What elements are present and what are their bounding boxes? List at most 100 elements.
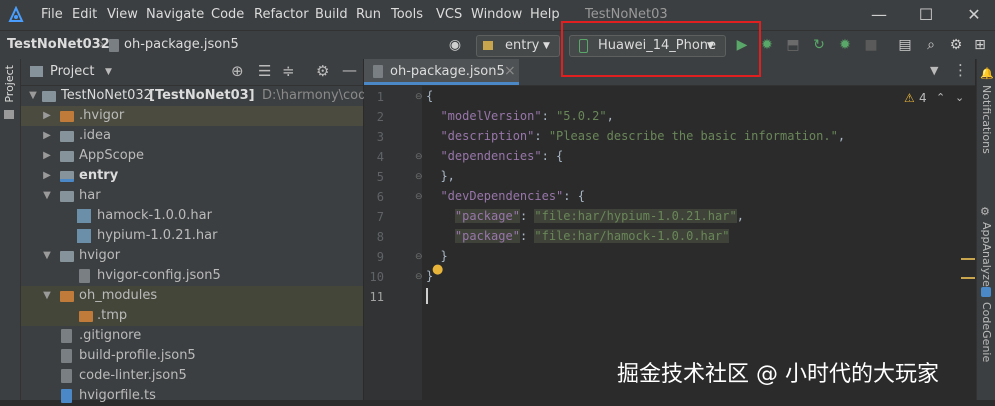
window-title: TestNoNet03 <box>585 7 668 22</box>
breadcrumb-file[interactable]: oh-package.json5 <box>124 37 239 52</box>
attach-debugger-icon[interactable]: ⬒ <box>784 36 802 54</box>
chevron-down-icon[interactable]: ▼ <box>105 67 112 77</box>
json-file-icon <box>109 39 119 52</box>
collapse-all-icon[interactable]: ≑ <box>282 62 295 80</box>
chevron-down-icon[interactable]: ▼ <box>930 64 938 77</box>
code-area[interactable]: { "modelVersion": "5.0.2", "description"… <box>364 86 975 400</box>
settings-gear-icon[interactable]: ⚙ <box>947 36 965 54</box>
device-manager-icon[interactable]: ▤ <box>896 36 914 54</box>
appanalyzer-tool-tab[interactable]: AppAnalyzer <box>980 222 993 291</box>
notifications-tool-tab[interactable]: Notifications <box>980 85 993 154</box>
menu-file[interactable]: File <box>41 7 63 22</box>
menu-edit[interactable]: Edit <box>72 7 97 22</box>
menu-help[interactable]: Help <box>530 7 560 22</box>
apply-changes-icon[interactable]: ↻ <box>810 36 828 54</box>
tree-row-hvigor-config[interactable]: hvigor-config.json5 <box>21 266 363 286</box>
menu-view[interactable]: View <box>107 7 138 22</box>
tree-label: hvigorfile.ts <box>79 388 156 403</box>
chevron-down-icon[interactable]: ▼ <box>41 286 53 306</box>
profile-icon[interactable]: ✹ <box>836 36 854 54</box>
tree-row-hvigorfile[interactable]: hvigorfile.ts <box>21 386 363 406</box>
tree-row-hvigor-hidden[interactable]: ▶ .hvigor <box>21 106 363 126</box>
code-line-5: }, <box>426 166 454 186</box>
close-tab-icon[interactable]: × <box>504 63 516 79</box>
tree-label: oh_modules <box>79 288 158 303</box>
app-logo-icon <box>7 5 25 24</box>
search-icon[interactable]: ⌕ <box>922 36 940 54</box>
folder-icon <box>60 251 74 262</box>
menu-refactor[interactable]: Refactor <box>254 7 309 22</box>
tree-label: entry <box>79 168 119 183</box>
tree-row-build-profile[interactable]: build-profile.json5 <box>21 346 363 366</box>
code-line-2: "modelVersion": "5.0.2", <box>440 109 614 123</box>
tree-label-module: [TestNoNet03] <box>149 88 255 103</box>
more-icon[interactable]: ⋮ <box>953 61 968 79</box>
json-file-icon <box>79 269 90 283</box>
chevron-right-icon[interactable]: ▶ <box>41 146 53 166</box>
tree-row-hamock[interactable]: hamock-1.0.0.har <box>21 206 363 226</box>
expand-all-icon[interactable]: ☰ <box>258 62 271 80</box>
bell-icon[interactable]: 🔔 <box>980 67 994 80</box>
hide-panel-icon[interactable]: — <box>342 61 357 79</box>
tab-oh-package[interactable]: oh-package.json5 × <box>364 59 519 85</box>
locate-file-icon[interactable]: ⊕ <box>231 62 244 80</box>
menu-vcs[interactable]: VCS <box>436 7 462 22</box>
codegenie-icon[interactable] <box>981 287 991 297</box>
tree-row-tmp[interactable]: .tmp <box>21 306 363 326</box>
json-key: "dependencies" <box>440 149 542 163</box>
structure-icon[interactable] <box>4 110 14 119</box>
project-panel-title[interactable]: Project <box>50 64 94 79</box>
tree-row-har[interactable]: ▼ har <box>21 186 363 206</box>
target-icon[interactable]: ◉ <box>446 36 464 54</box>
menu-code[interactable]: Code <box>211 7 244 22</box>
menu-window[interactable]: Window <box>471 7 522 22</box>
menu-navigate[interactable]: Navigate <box>146 7 204 22</box>
menu-run[interactable]: Run <box>356 7 381 22</box>
panel-settings-gear-icon[interactable]: ⚙ <box>316 62 329 80</box>
stop-icon[interactable]: ■ <box>862 36 880 54</box>
json-file-icon <box>61 369 72 383</box>
project-panel: Project ▼ ⊕ ☰ ≑ ⚙ — ▼ TestNoNet032 [Test… <box>21 59 392 403</box>
project-tool-tab[interactable]: Project <box>3 65 16 103</box>
warning-stripe-marker[interactable] <box>961 277 975 279</box>
warning-stripe-marker[interactable] <box>961 258 975 260</box>
tree-row-appscope[interactable]: ▶ AppScope <box>21 146 363 166</box>
tree-row-hvigor[interactable]: ▼ hvigor <box>21 246 363 266</box>
chevron-right-icon[interactable]: ▶ <box>41 106 53 126</box>
menu-build[interactable]: Build <box>315 7 348 22</box>
intention-bulb-icon[interactable]: ● <box>432 262 443 277</box>
menu-tools[interactable]: Tools <box>391 7 423 22</box>
chevron-down-icon[interactable]: ▼ <box>41 246 53 266</box>
folder-icon <box>42 91 56 102</box>
chevron-right-icon[interactable]: ▶ <box>41 166 53 186</box>
minimize-button[interactable]: — <box>864 4 894 26</box>
analyzer-icon[interactable]: ⚙ <box>980 205 990 218</box>
chevron-down-icon[interactable]: ▼ <box>27 86 39 106</box>
hierarchy-icon[interactable]: ⊞ <box>971 36 989 54</box>
tree-row-root[interactable]: ▼ TestNoNet032 [TestNoNet03] D:\harmony\… <box>21 86 392 106</box>
breadcrumb-project[interactable]: TestNoNet032 <box>7 37 110 52</box>
tree-row-oh-modules[interactable]: ▼ oh_modules <box>21 286 363 306</box>
tree-row-hypium[interactable]: hypium-1.0.21.har <box>21 226 363 246</box>
warning-icon[interactable]: ⚠ <box>904 91 915 105</box>
project-folder-icon <box>30 66 43 77</box>
folder-icon <box>60 131 74 142</box>
highlight-annotation-box <box>561 21 761 77</box>
text-cursor <box>426 288 428 304</box>
tree-row-entry[interactable]: ▶ entry <box>21 166 363 186</box>
tree-row-code-linter[interactable]: code-linter.json5 <box>21 366 363 386</box>
folder-icon <box>60 111 74 122</box>
module-selector[interactable]: entry ▼ <box>476 35 560 57</box>
codegenie-tool-tab[interactable]: CodeGenie <box>980 302 993 362</box>
tab-label: oh-package.json5 <box>390 64 505 79</box>
chevron-right-icon[interactable]: ▶ <box>41 126 53 146</box>
json-key: "description" <box>440 129 535 143</box>
chevron-up-icon[interactable]: ⌃ <box>936 91 945 104</box>
close-button[interactable]: ✕ <box>959 4 989 26</box>
chevron-down-icon[interactable]: ▼ <box>41 186 53 206</box>
chevron-down-icon[interactable]: ⌄ <box>955 91 964 104</box>
code-token: { <box>426 89 434 103</box>
maximize-button[interactable]: ☐ <box>911 4 941 26</box>
tree-row-gitignore[interactable]: .gitignore <box>21 326 363 346</box>
tree-row-idea[interactable]: ▶ .idea <box>21 126 363 146</box>
